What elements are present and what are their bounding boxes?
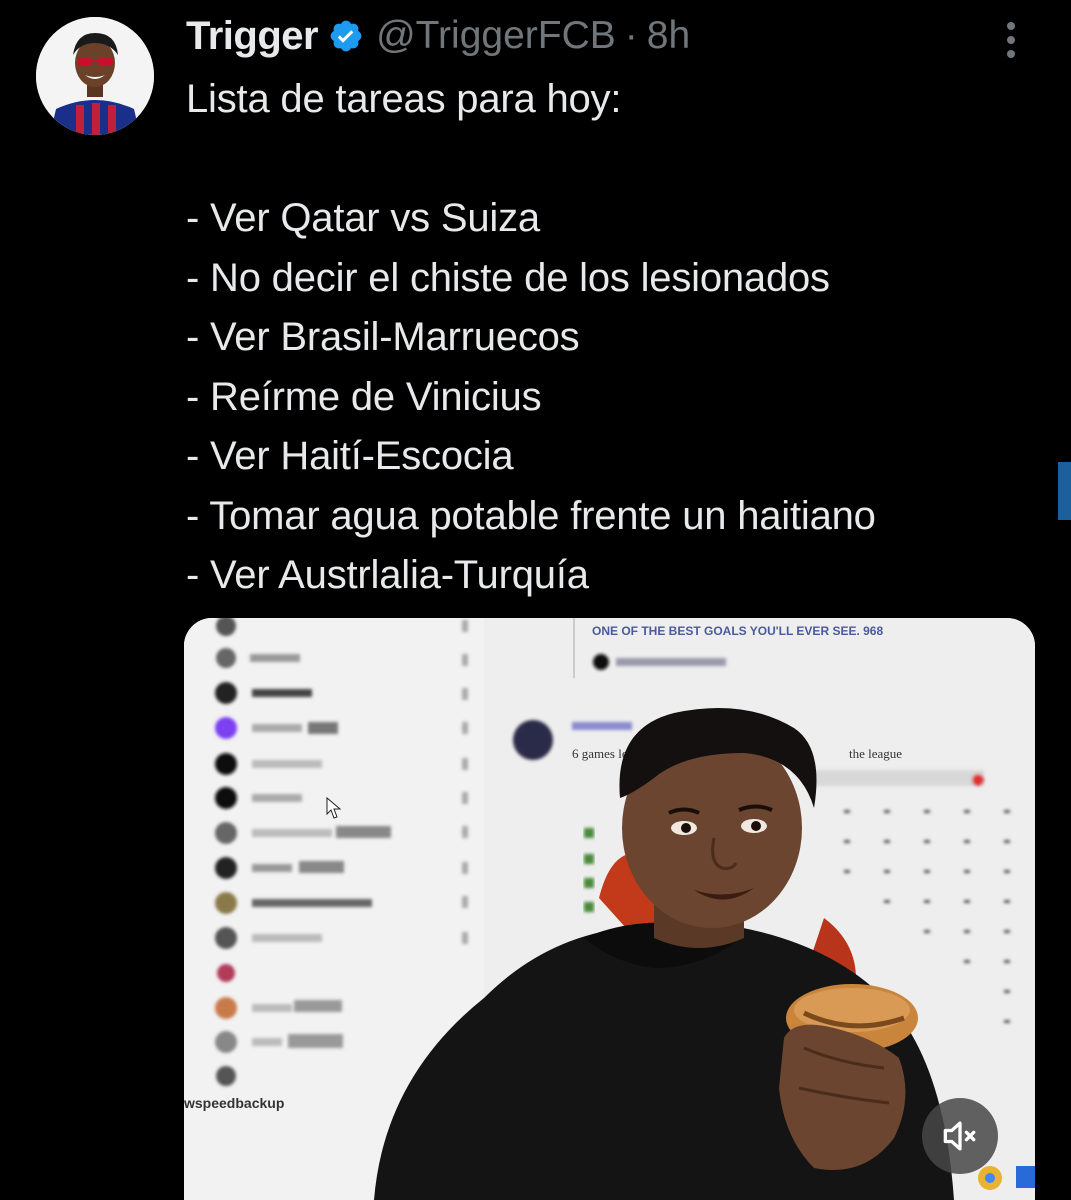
video-channel-label: wspeedbackup <box>184 1095 284 1111</box>
tweet-header: Trigger @TriggerFCB · 8h <box>186 10 690 62</box>
tweet-text-line: - No decir el chiste de los lesionados <box>186 255 830 300</box>
profile-avatar-image <box>36 17 154 135</box>
video-player[interactable]: wspeedbackup ONE OF THE BEST GOALS YOU'L… <box>184 618 1035 1200</box>
video-headline-text: ONE OF THE BEST GOALS YOU'LL EVER SEE. 9… <box>592 624 883 638</box>
scroll-indicator[interactable] <box>1058 462 1071 520</box>
author-display-name[interactable]: Trigger <box>186 14 319 59</box>
tweet-text-line: - Ver Qatar vs Suiza <box>186 196 540 240</box>
verified-badge-icon[interactable] <box>328 18 364 54</box>
tweet-text: Lista de tareas para hoy: - Ver Qatar vs… <box>186 70 876 606</box>
separator-dot: · <box>624 14 638 57</box>
author-handle[interactable]: @TriggerFCB <box>376 14 616 58</box>
tweet-text-line: - Ver Haití-Escocia <box>186 434 514 478</box>
tweet-text-line: - Reírme de Vinicius <box>186 374 542 419</box>
author-avatar[interactable] <box>36 17 154 135</box>
volume-muted-icon[interactable] <box>922 1098 998 1174</box>
more-options-icon[interactable] <box>996 18 1026 62</box>
tweet-text-line: - Ver Brasil-Marruecos <box>186 315 580 359</box>
video-chat-text-end: the league <box>849 746 902 761</box>
tweet-text-line: - Ver Austrlalia-Turquía <box>186 553 589 597</box>
tweet-text-line: Lista de tareas para hoy: <box>186 77 622 121</box>
tweet[interactable]: Trigger @TriggerFCB · 8h Lista de tareas… <box>0 0 1071 1200</box>
video-frame: wspeedbackup ONE OF THE BEST GOALS YOU'L… <box>184 618 1035 1200</box>
tweet-text-line: - Tomar agua potable frente un haitiano <box>186 493 876 538</box>
tweet-timestamp[interactable]: 8h <box>647 14 690 58</box>
